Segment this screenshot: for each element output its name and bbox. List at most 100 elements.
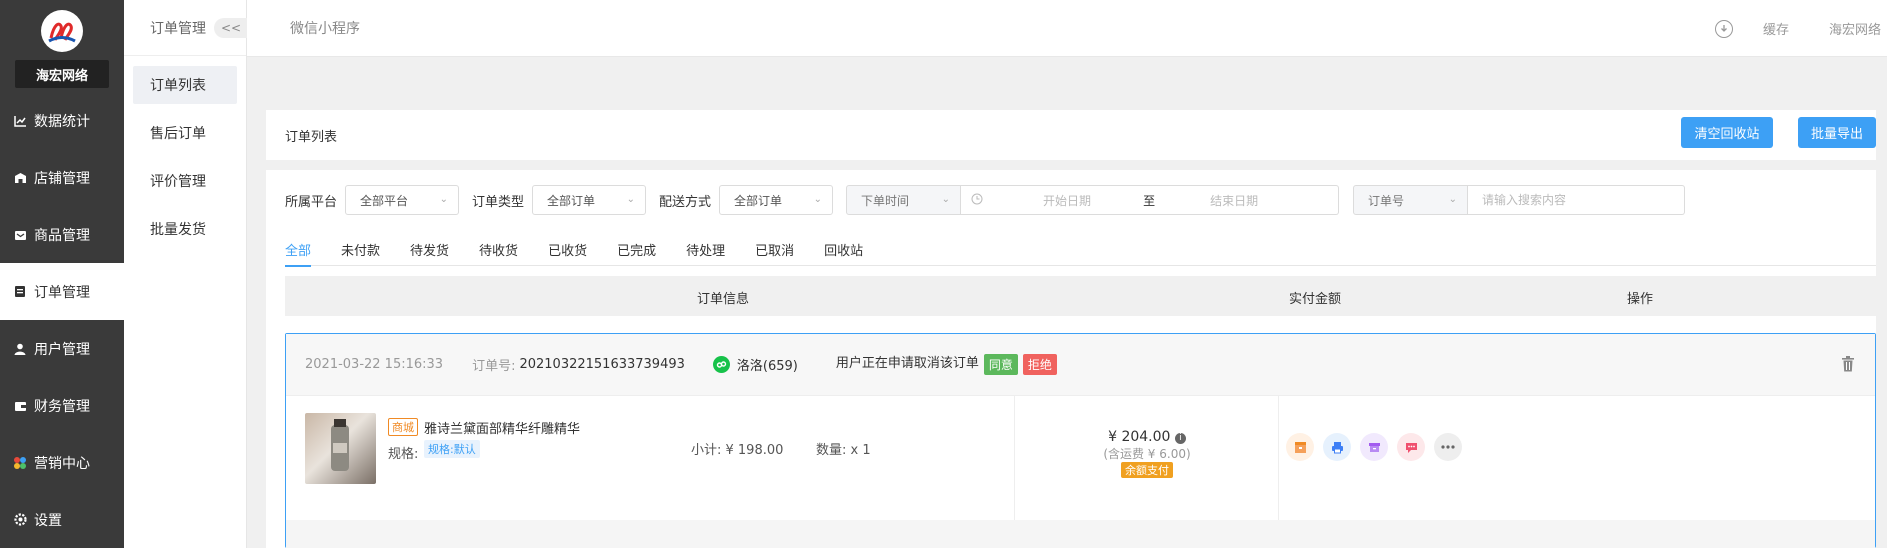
- reject-button[interactable]: 拒绝: [1022, 354, 1057, 375]
- chart-icon: [12, 113, 28, 129]
- submenu-header: 订单管理 <<: [124, 0, 248, 56]
- tab-to-ship[interactable]: 待发货: [410, 232, 449, 266]
- brand-logo: [41, 10, 83, 52]
- buyer-name[interactable]: 洛洛(659): [737, 355, 798, 374]
- submenu-item-after-sales[interactable]: 售后订单: [133, 114, 237, 152]
- store-icon: [12, 170, 28, 186]
- spec-label: 规格:: [388, 447, 419, 462]
- search-type-select[interactable]: 订单号 ⌄: [1353, 185, 1469, 215]
- tab-completed[interactable]: 已完成: [617, 232, 656, 266]
- download-icon[interactable]: [1714, 19, 1733, 38]
- paid-amount-cell: ¥ 204.00 i (含运费 ¥ 6.00) 余额支付: [1015, 429, 1279, 478]
- chevron-down-icon: ⌄: [941, 194, 951, 205]
- order-number: 20210322151633739493: [519, 357, 685, 372]
- paid-amount: ¥ 204.00 i: [1015, 429, 1279, 445]
- search-input[interactable]: [1468, 185, 1686, 215]
- info-icon[interactable]: i: [1174, 432, 1186, 444]
- delivery-select-value: 全部订单: [734, 193, 783, 208]
- start-date-placeholder[interactable]: 开始日期: [1043, 192, 1091, 209]
- sidebar-item-users[interactable]: 用户管理: [0, 320, 124, 377]
- chevron-down-icon: ⌄: [813, 194, 823, 205]
- submenu-item-batch-ship[interactable]: 批量发货: [133, 210, 237, 248]
- collapse-menu-button[interactable]: <<: [214, 18, 248, 38]
- time-type-select[interactable]: 下单时间 ⌄: [846, 185, 962, 215]
- print-icon[interactable]: [1323, 433, 1351, 461]
- order-type-label: 订单类型: [472, 194, 525, 210]
- goods-icon: [12, 227, 28, 243]
- sidebar-item-orders[interactable]: 订单管理: [0, 263, 124, 320]
- pay-method-tag: 余额支付: [1121, 462, 1173, 478]
- tab-received[interactable]: 已收货: [548, 232, 587, 266]
- spec-tag: 规格:默认: [424, 440, 480, 458]
- sidebar-item-label: 财务管理: [34, 398, 90, 415]
- sidebar-item-statistics[interactable]: 数据统计: [0, 92, 124, 149]
- product-image[interactable]: [305, 413, 376, 484]
- submenu-title: 订单管理: [150, 20, 206, 37]
- product-name[interactable]: 雅诗兰黛面部精华纤雕精华: [424, 418, 580, 437]
- chevron-down-icon: ⌄: [626, 194, 636, 205]
- main-content: 订单列表 清空回收站 批量导出 所属平台 全部平台 ⌄ 订单类型 全部订单 ⌄ …: [266, 110, 1876, 548]
- cache-button[interactable]: 缓存: [1763, 19, 1789, 38]
- top-header: 微信小程序 缓存 海宏网络: [247, 0, 1887, 57]
- tab-all[interactable]: 全部: [285, 232, 312, 267]
- delivery-label: 配送方式: [659, 194, 712, 210]
- platform-title[interactable]: 微信小程序: [290, 18, 360, 38]
- brand-name: 海宏网络: [15, 60, 109, 88]
- sidebar-item-label: 订单管理: [34, 284, 90, 301]
- user-icon: [12, 341, 28, 357]
- sidebar-item-finance[interactable]: 财务管理: [0, 377, 124, 434]
- item-subtotal: 小计: ¥ 198.00: [691, 443, 784, 458]
- sidebar-item-settings[interactable]: 设置: [0, 491, 124, 548]
- item-quantity: 数量: x 1: [816, 443, 871, 458]
- submenu-item-order-list[interactable]: 订单列表: [133, 66, 237, 104]
- tab-unpaid[interactable]: 未付款: [341, 232, 380, 266]
- sidebar-item-marketing[interactable]: 营销中心: [0, 434, 124, 491]
- message-icon[interactable]: [1397, 433, 1425, 461]
- order-icon: [12, 284, 28, 300]
- search-type-select-value: 订单号: [1368, 193, 1405, 208]
- status-tabs: 全部 未付款 待发货 待收货 已收货 已完成 待处理 已取消 回收站: [285, 232, 1876, 267]
- order-panel: 所属平台 全部平台 ⌄ 订单类型 全部订单 ⌄ 配送方式 全部订单 ⌄ 下单时间: [266, 170, 1876, 548]
- order-type-select[interactable]: 全部订单 ⌄: [532, 185, 647, 215]
- more-icon[interactable]: [1434, 433, 1462, 461]
- source-tag: 商城: [388, 418, 418, 436]
- column-paid-amount: 实付金额: [1289, 292, 1342, 307]
- gear-icon: [12, 512, 28, 528]
- order-type-select-value: 全部订单: [547, 193, 596, 208]
- sidebar-item-goods[interactable]: 商品管理: [0, 206, 124, 263]
- order-list-header: 订单列表 清空回收站 批量导出: [266, 110, 1876, 160]
- sidebar-item-store[interactable]: 店铺管理: [0, 149, 124, 206]
- submenu-item-reviews[interactable]: 评价管理: [133, 162, 237, 200]
- secondary-menu: 订单管理 << 订单列表 售后订单 评价管理 批量发货: [124, 0, 248, 548]
- platform-select-value: 全部平台: [360, 193, 409, 208]
- platform-select[interactable]: 全部平台 ⌄: [345, 185, 460, 215]
- agree-button[interactable]: 同意: [983, 354, 1018, 375]
- clear-recycle-button[interactable]: 清空回收站: [1681, 117, 1773, 148]
- order-no-label: 订单号:: [472, 359, 516, 374]
- tab-pending[interactable]: 待处理: [686, 232, 725, 266]
- clock-icon: [971, 193, 983, 208]
- order-header: 2021-03-22 15:16:33 订单号: 202103221516337…: [286, 334, 1875, 396]
- wechat-mini-program-icon: [712, 356, 730, 373]
- ship-box-icon[interactable]: [1286, 433, 1314, 461]
- trash-icon[interactable]: [1841, 356, 1855, 376]
- user-name[interactable]: 海宏网络: [1829, 19, 1881, 38]
- wallet-icon: [12, 398, 28, 414]
- date-range-picker[interactable]: 开始日期 至 结束日期: [961, 185, 1340, 215]
- delivery-select[interactable]: 全部订单 ⌄: [719, 185, 834, 215]
- order-item-row: 商城 雅诗兰黛面部精华纤雕精华 规格: 规格:默认 小计: ¥ 198.00 数…: [286, 396, 1875, 520]
- batch-export-button[interactable]: 批量导出: [1798, 117, 1876, 148]
- tab-to-receive[interactable]: 待收货: [479, 232, 518, 266]
- end-date-placeholder[interactable]: 结束日期: [1210, 192, 1258, 209]
- page-title: 订单列表: [285, 129, 338, 145]
- column-divider: [1278, 396, 1279, 520]
- column-operations: 操作: [1627, 292, 1654, 307]
- delivery-truck-icon[interactable]: [1360, 433, 1388, 461]
- shipping-fee: (含运费 ¥ 6.00): [1103, 447, 1191, 461]
- tab-recycle-bin[interactable]: 回收站: [824, 232, 863, 266]
- tab-cancelled[interactable]: 已取消: [755, 232, 794, 266]
- sidebar-item-label: 设置: [34, 512, 62, 529]
- marketing-icon: [12, 455, 28, 471]
- sidebar-item-label: 店铺管理: [34, 170, 90, 187]
- filter-bar: 所属平台 全部平台 ⌄ 订单类型 全部订单 ⌄ 配送方式 全部订单 ⌄ 下单时间: [285, 185, 1876, 215]
